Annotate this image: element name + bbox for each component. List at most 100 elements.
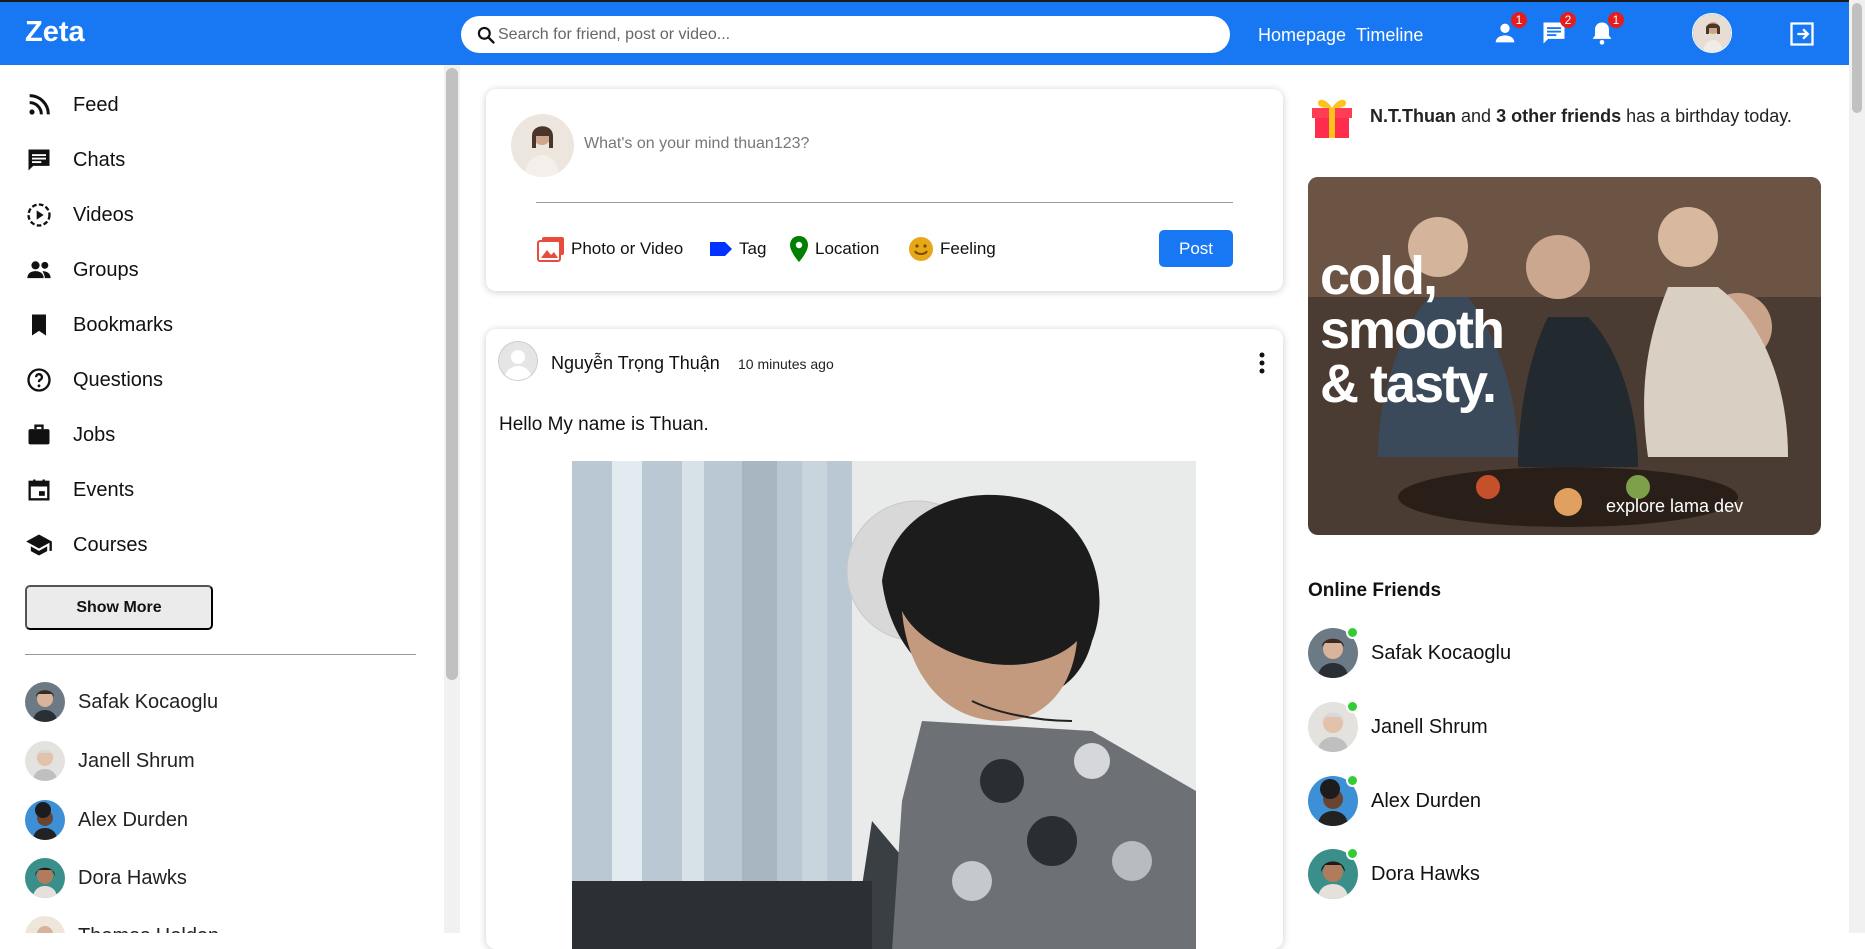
- search-bar: [461, 16, 1230, 53]
- messages-button[interactable]: 2: [1540, 12, 1576, 47]
- tag-option[interactable]: Tag: [708, 234, 766, 264]
- ad-footer: explore lama dev: [1606, 496, 1744, 516]
- messages-badge: 2: [1560, 12, 1576, 28]
- online-status-dot: [1346, 626, 1359, 639]
- avatar: [1308, 847, 1359, 899]
- sidebar-scrollbar[interactable]: [444, 65, 460, 933]
- topbar: Zeta Homepage Timeline 1 2 1: [0, 0, 1865, 65]
- friend-list-item[interactable]: Janell Shrum: [25, 741, 195, 781]
- logout-icon: [1790, 22, 1814, 46]
- smiley-icon: [909, 237, 933, 261]
- friend-name: Safak Kocaoglu: [1371, 641, 1512, 664]
- page-scrollbar[interactable]: [1849, 0, 1865, 933]
- sidebar-item-courses[interactable]: Courses: [25, 530, 147, 560]
- online-status-dot: [1346, 700, 1359, 713]
- sidebar-item-label: Courses: [73, 533, 148, 556]
- birthday-name: N.T.Thuan: [1370, 105, 1456, 126]
- share-box: Photo or Video Tag Location Feeling Post: [486, 89, 1283, 291]
- ad-headline: cold, smooth & tasty.: [1320, 246, 1505, 414]
- online-status-dot: [1346, 847, 1359, 860]
- sidebar-divider: [25, 654, 416, 655]
- more-options-button[interactable]: [1251, 349, 1273, 377]
- sidebar-item-label: Jobs: [73, 423, 116, 446]
- more-vert-icon: [1259, 352, 1265, 374]
- sidebar-item-feed[interactable]: Feed: [25, 90, 119, 120]
- friend-requests-badge: 1: [1511, 12, 1527, 28]
- sidebar-item-jobs[interactable]: Jobs: [25, 420, 115, 450]
- nav-link-homepage[interactable]: Homepage: [1258, 25, 1346, 46]
- sidebar-item-label: Chats: [73, 148, 126, 171]
- show-more-button[interactable]: Show More: [25, 585, 213, 630]
- status-input[interactable]: [584, 129, 1184, 159]
- sidebar-item-bookmarks[interactable]: Bookmarks: [25, 310, 173, 340]
- logo[interactable]: Zeta: [25, 16, 85, 49]
- avatar[interactable]: [511, 114, 574, 177]
- logout-button[interactable]: [1788, 20, 1816, 48]
- online-status-dot: [1346, 774, 1359, 787]
- post-image[interactable]: [572, 461, 1196, 949]
- sidebar-item-label: Questions: [73, 368, 164, 391]
- sidebar-item-label: Videos: [73, 203, 134, 226]
- photo-icon: [537, 237, 564, 262]
- post-username[interactable]: Nguyễn Trọng Thuận: [551, 353, 720, 374]
- chat-icon: [28, 149, 50, 171]
- online-friend-item[interactable]: Dora Hawks: [1308, 847, 1480, 899]
- friend-list-item[interactable]: Alex Durden: [25, 800, 188, 840]
- search-input[interactable]: [498, 18, 1198, 51]
- feeling-option[interactable]: Feeling: [907, 234, 996, 264]
- sidebar-item-groups[interactable]: Groups: [25, 255, 139, 285]
- sidebar-item-label: Bookmarks: [73, 313, 174, 336]
- option-label: Location: [815, 239, 880, 258]
- profile-avatar[interactable]: [1692, 13, 1732, 53]
- friend-name: Thomas Holden: [78, 925, 219, 934]
- bookmark-icon: [32, 314, 46, 336]
- notifications-badge: 1: [1608, 12, 1624, 28]
- birthday-suffix: has a birthday today.: [1626, 105, 1792, 126]
- help-circle-icon: [27, 368, 51, 392]
- notifications-button[interactable]: 1: [1588, 12, 1624, 47]
- avatar: [25, 800, 65, 840]
- option-label: Photo or Video: [571, 239, 684, 258]
- birthday-text: N.T.Thuan and 3 other friends has a birt…: [1370, 106, 1792, 127]
- ad-banner[interactable]: cold, smooth & tasty. explore lama dev: [1308, 177, 1821, 535]
- friend-name: Dora Hawks: [78, 866, 187, 889]
- friend-name: Dora Hawks: [1371, 862, 1480, 885]
- friend-name: Janell Shrum: [78, 749, 195, 772]
- post-text: Hello My name is Thuan.: [499, 414, 709, 435]
- rss-icon: [29, 94, 50, 115]
- school-icon: [26, 534, 52, 556]
- location-pin-icon: [790, 236, 808, 262]
- online-friend-item[interactable]: Alex Durden: [1308, 774, 1481, 826]
- sidebar-item-chats[interactable]: Chats: [25, 145, 125, 175]
- nav-link-timeline[interactable]: Timeline: [1356, 25, 1423, 46]
- photo-video-option[interactable]: Photo or Video: [536, 234, 683, 264]
- post-button[interactable]: Post: [1159, 230, 1233, 267]
- birthday-others: 3 other friends: [1496, 105, 1622, 126]
- sidebar-item-label: Groups: [73, 258, 139, 281]
- online-friend-item[interactable]: Safak Kocaoglu: [1308, 626, 1512, 678]
- online-friend-item[interactable]: Janell Shrum: [1308, 700, 1488, 752]
- avatar: [1308, 626, 1359, 678]
- location-option[interactable]: Location: [788, 234, 879, 264]
- option-label: Feeling: [940, 239, 996, 258]
- sidebar-item-questions[interactable]: Questions: [25, 365, 163, 395]
- label-icon: [710, 242, 732, 256]
- friend-list-item[interactable]: Dora Hawks: [25, 858, 187, 898]
- play-circle-icon: [27, 203, 51, 227]
- calendar-icon: [28, 479, 50, 501]
- share-divider: [536, 202, 1233, 203]
- friend-list-item[interactable]: Safak Kocaoglu: [25, 682, 218, 722]
- sidebar-item-videos[interactable]: Videos: [25, 200, 134, 230]
- online-friends-title: Online Friends: [1308, 580, 1442, 601]
- friend-requests-button[interactable]: 1: [1491, 12, 1527, 47]
- sidebar-item-events[interactable]: Events: [25, 475, 134, 505]
- option-label: Tag: [739, 239, 767, 258]
- sidebar-item-label: Feed: [73, 93, 119, 116]
- birthday-notice[interactable]: N.T.Thuan and 3 other friends has a birt…: [1308, 92, 1792, 140]
- post-card: Nguyễn Trọng Thuận 10 minutes ago Hello …: [486, 329, 1283, 949]
- friend-name: Alex Durden: [78, 808, 189, 831]
- friend-name: Safak Kocaoglu: [78, 690, 219, 713]
- friend-list-item[interactable]: Thomas Holden: [25, 916, 219, 933]
- sidebar: Feed Chats Videos Groups Bookmarks Quest…: [0, 65, 444, 933]
- avatar[interactable]: [498, 341, 538, 381]
